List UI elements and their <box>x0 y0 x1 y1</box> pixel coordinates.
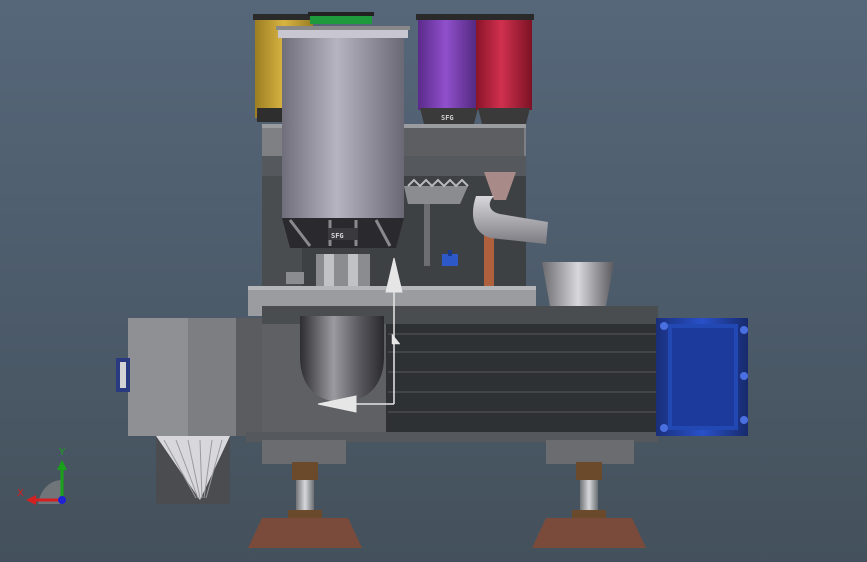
cad-viewport[interactable]: SFG SFG Y X <box>0 0 867 562</box>
canister-purple: SFG <box>416 14 482 124</box>
copper-pipe <box>484 232 494 286</box>
canister-green <box>308 12 374 24</box>
x-axis-label: X <box>17 488 24 499</box>
canister-grey-label: SFG <box>331 232 344 240</box>
receiving-cup <box>542 262 614 306</box>
blue-motor <box>656 318 748 436</box>
canister-purple-label: SFG <box>441 114 454 122</box>
mixing-bowl <box>300 316 384 402</box>
canister-grey-hopper: SFG <box>276 26 410 248</box>
conical-strainer <box>156 436 230 504</box>
y-axis-label: Y <box>58 447 66 458</box>
cad-model-drawing: SFG SFG Y X <box>0 0 867 562</box>
canister-red <box>474 14 534 124</box>
